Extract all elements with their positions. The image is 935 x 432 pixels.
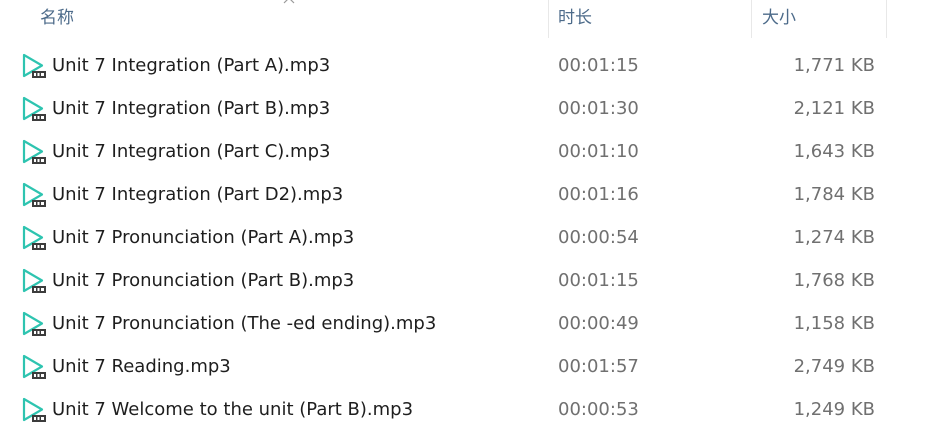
file-size: 2,121 KB <box>793 98 875 119</box>
file-duration: 00:01:15 <box>558 55 639 76</box>
file-name: Unit 7 Integration (Part D2).mp3 <box>52 184 344 205</box>
file-row[interactable]: Unit 7 Reading.mp3 00:01:57 2,749 KB <box>0 345 935 388</box>
file-row[interactable]: Unit 7 Integration (Part D2).mp3 00:01:16… <box>0 173 935 216</box>
file-row[interactable]: Unit 7 Integration (Part A).mp3 00:01:15 1… <box>0 44 935 87</box>
file-name: Unit 7 Reading.mp3 <box>52 356 231 377</box>
file-duration: 00:01:16 <box>558 184 639 205</box>
file-name: Unit 7 Integration (Part C).mp3 <box>52 141 331 162</box>
file-duration: 00:01:15 <box>558 270 639 291</box>
column-divider[interactable] <box>751 0 752 38</box>
file-row[interactable]: Unit 7 Welcome to the unit (Part B).mp3 0… <box>0 388 935 431</box>
file-size: 2,749 KB <box>793 356 875 377</box>
file-size: 1,771 KB <box>793 55 875 76</box>
file-size: 1,768 KB <box>793 270 875 291</box>
file-size: 1,643 KB <box>793 141 875 162</box>
column-divider[interactable] <box>886 0 887 38</box>
mp3-file-icon <box>22 354 46 379</box>
file-name: Unit 7 Welcome to the unit (Part B).mp3 <box>52 399 414 420</box>
file-name: Unit 7 Pronunciation (Part B).mp3 <box>52 270 355 291</box>
file-duration: 00:00:49 <box>558 313 639 334</box>
file-row[interactable]: Unit 7 Pronunciation (The -ed ending).mp… <box>0 302 935 345</box>
mp3-file-icon <box>22 397 46 422</box>
mp3-file-icon <box>22 139 46 164</box>
file-row[interactable]: Unit 7 Integration (Part B).mp3 00:01:30 2… <box>0 87 935 130</box>
mp3-file-icon <box>22 311 46 336</box>
column-duration-header[interactable]: 时长 <box>558 0 748 38</box>
file-row[interactable]: Unit 7 Pronunciation (Part B).mp3 00:01:1… <box>0 259 935 302</box>
file-duration: 00:01:57 <box>558 356 639 377</box>
mp3-file-icon <box>22 225 46 250</box>
mp3-file-icon <box>22 268 46 293</box>
mp3-file-icon <box>22 182 46 207</box>
file-size: 1,249 KB <box>793 399 875 420</box>
file-name: Unit 7 Pronunciation (The -ed ending).mp… <box>52 313 437 334</box>
column-divider[interactable] <box>548 0 549 38</box>
file-size: 1,158 KB <box>793 313 875 334</box>
file-duration: 00:00:54 <box>558 227 639 248</box>
mp3-file-icon <box>22 53 46 78</box>
file-duration: 00:01:10 <box>558 141 639 162</box>
file-row[interactable]: Unit 7 Integration (Part C).mp3 00:01:10 1… <box>0 130 935 173</box>
column-header: 名称 时长 大小 <box>0 0 935 38</box>
file-size: 1,784 KB <box>793 184 875 205</box>
column-name-header[interactable]: 名称 <box>40 0 545 38</box>
file-name: Unit 7 Integration (Part A).mp3 <box>52 55 331 76</box>
file-size: 1,274 KB <box>793 227 875 248</box>
column-size-header[interactable]: 大小 <box>762 0 882 38</box>
file-duration: 00:01:30 <box>558 98 639 119</box>
file-name: Unit 7 Pronunciation (Part A).mp3 <box>52 227 355 248</box>
file-name: Unit 7 Integration (Part B).mp3 <box>52 98 331 119</box>
file-row[interactable]: Unit 7 Pronunciation (Part A).mp3 00:00:5… <box>0 216 935 259</box>
file-duration: 00:00:53 <box>558 399 639 420</box>
mp3-file-icon <box>22 96 46 121</box>
